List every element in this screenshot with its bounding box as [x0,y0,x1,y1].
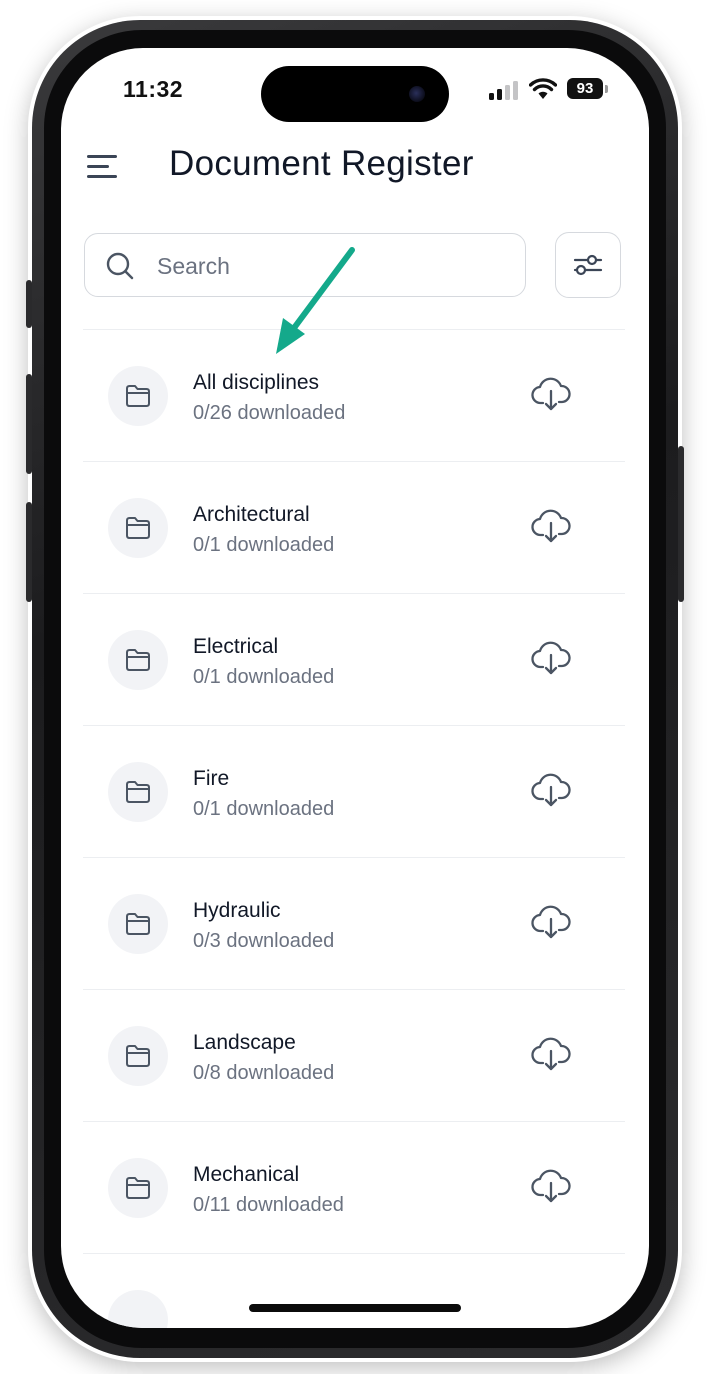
cloud-download-icon[interactable] [531,1168,571,1204]
list-item-partial[interactable] [83,1253,625,1328]
cloud-download-icon[interactable] [531,640,571,676]
discipline-name: All disciplines [193,371,320,394]
folder-icon [126,385,150,407]
home-indicator[interactable] [249,1304,461,1312]
discipline-name: Electrical [193,635,279,658]
list-item[interactable]: Electrical 0/1 downloaded [83,593,625,725]
folder-icon-container [108,630,168,690]
cloud-download-icon[interactable] [531,904,571,940]
app-screen: 11:32 93 Document Register Search All di… [61,48,649,1328]
action-button [26,280,32,328]
folder-icon [126,1045,150,1067]
wifi-icon [529,78,557,99]
cloud-download-icon[interactable] [531,376,571,412]
volume-up-button [26,374,32,474]
list-item[interactable]: Mechanical 0/11 downloaded [83,1121,625,1253]
power-button [678,446,684,602]
hamburger-menu-icon[interactable] [85,152,121,182]
list-item[interactable]: Fire 0/1 downloaded [83,725,625,857]
list-item[interactable]: Landscape 0/8 downloaded [83,989,625,1121]
list-item[interactable]: Architectural 0/1 downloaded [83,461,625,593]
discipline-name: Mechanical [193,1163,300,1186]
folder-icon [126,517,150,539]
folder-icon [126,913,150,935]
filter-sliders-icon [573,254,603,276]
volume-down-button [26,502,32,602]
search-icon [106,252,134,280]
cloud-download-icon[interactable] [531,508,571,544]
folder-icon [126,781,150,803]
discipline-name: Landscape [193,1031,296,1054]
discipline-name: Fire [193,767,230,790]
download-status: 0/8 downloaded [193,1062,335,1084]
cellular-signal-icon [489,80,521,100]
download-status: 0/1 downloaded [193,666,335,688]
download-status: 0/3 downloaded [193,930,335,952]
dynamic-island [261,66,449,122]
folder-icon-container [108,366,168,426]
folder-icon-container [108,1158,168,1218]
battery-tip [605,85,608,93]
download-status: 0/26 downloaded [193,402,346,424]
discipline-name: Architectural [193,503,310,526]
folder-icon-container [108,1026,168,1086]
download-status: 0/1 downloaded [193,534,335,556]
list-item[interactable]: Hydraulic 0/3 downloaded [83,857,625,989]
search-bar[interactable] [84,233,526,297]
status-indicators: 93 [489,78,609,104]
cloud-download-icon[interactable] [531,1036,571,1072]
search-input[interactable] [155,246,509,286]
folder-icon [126,1177,150,1199]
download-status: 0/1 downloaded [193,798,335,820]
folder-icon-container [108,762,168,822]
camera-icon [409,86,425,102]
folder-icon-container [108,1290,168,1328]
cloud-download-icon[interactable] [531,772,571,808]
app-header: Document Register [61,140,649,196]
folder-icon [126,649,150,671]
download-status: 0/11 downloaded [193,1194,344,1216]
folder-icon-container [108,498,168,558]
status-time: 11:32 [123,76,184,102]
filter-button[interactable] [555,232,621,298]
discipline-list: All disciplines 0/26 downloaded Architec… [83,329,625,1328]
list-item[interactable]: All disciplines 0/26 downloaded [83,329,625,461]
battery-level: 93 [567,78,603,99]
page-title: Document Register [169,144,474,183]
folder-icon-container [108,894,168,954]
discipline-name: Hydraulic [193,899,281,922]
